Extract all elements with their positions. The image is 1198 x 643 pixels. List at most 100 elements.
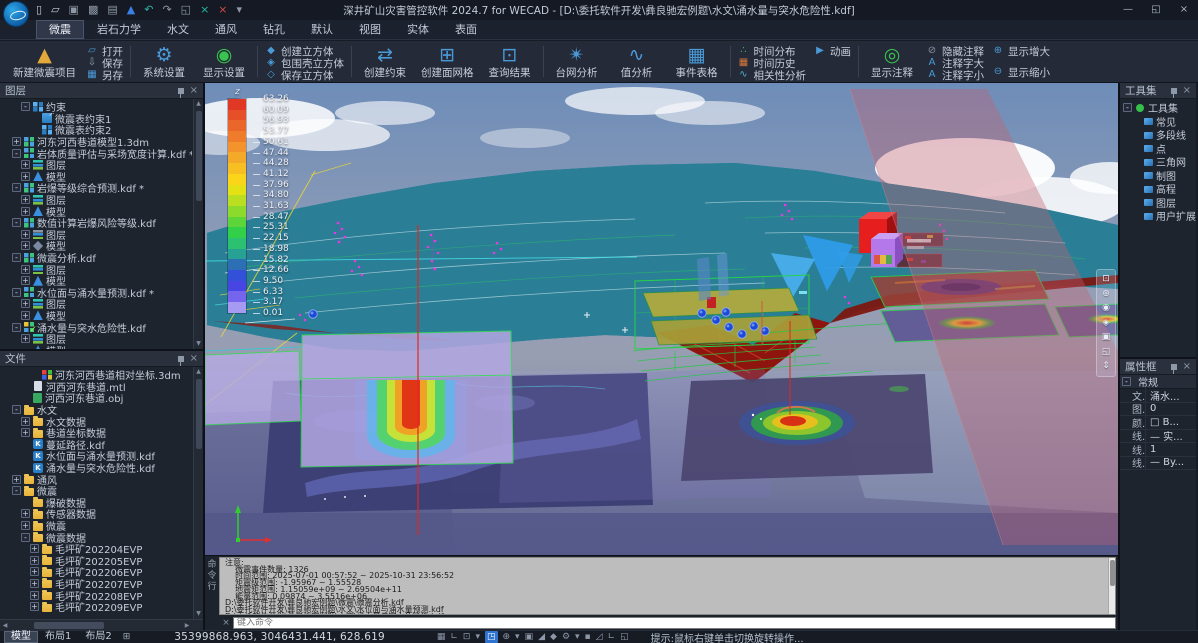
expander-icon[interactable]: +	[21, 241, 30, 250]
property-row[interactable]: 线...— By...	[1120, 457, 1196, 471]
tree-item[interactable]: +用户扩展	[1122, 209, 1196, 223]
menu-tab[interactable]: 岩石力学	[84, 20, 154, 39]
tree-item[interactable]: +毛坪矿202205EVP	[2, 555, 192, 567]
toggle-icon[interactable]: ◳	[485, 631, 498, 643]
expander-icon[interactable]: +	[21, 172, 30, 181]
tree-item[interactable]: +巷道坐标数据	[2, 427, 192, 439]
toggle-icon[interactable]: ◈	[1103, 316, 1110, 331]
toggle-icon[interactable]: ⇕	[1102, 359, 1110, 374]
ribbon-button[interactable]: ∿相关性分析	[738, 69, 807, 81]
toggle-icon[interactable]: ◆	[550, 631, 557, 643]
tree-item[interactable]: +模型	[2, 344, 192, 349]
tree-item[interactable]: -约束	[2, 101, 192, 113]
tree-item[interactable]: +图层	[2, 229, 192, 241]
scroll-up-icon[interactable]: ▲	[194, 99, 203, 109]
toggle-icon[interactable]: ◉	[1102, 301, 1110, 316]
expander-icon[interactable]: -	[12, 149, 21, 158]
console-tab[interactable]: 命令行	[205, 556, 219, 630]
toggle-icon[interactable]: ⊡	[1102, 272, 1110, 287]
toggle-icon[interactable]: ▣	[1102, 330, 1111, 345]
tree-item[interactable]: +毛坪矿202208EVP	[2, 589, 192, 601]
tree-item[interactable]: +毛坪矿202209EVP	[2, 601, 192, 613]
layout-tab[interactable]: 模型	[4, 631, 38, 643]
toggle-icon[interactable]: ◢	[538, 631, 545, 643]
toggle-icon[interactable]: ⊕	[1102, 287, 1110, 302]
tree-item[interactable]: +模型	[2, 310, 192, 322]
menu-tab[interactable]: 实体	[394, 20, 442, 39]
expander-icon[interactable]: -	[12, 288, 21, 297]
expander-icon[interactable]: +	[21, 160, 30, 169]
close-button[interactable]: ×	[1170, 0, 1198, 20]
tree-item[interactable]: +多段线	[1122, 128, 1196, 142]
add-layout-icon[interactable]: ⊞	[119, 632, 135, 642]
pin-icon[interactable]	[1171, 88, 1177, 94]
expander-icon[interactable]: +	[21, 207, 30, 216]
tree-item[interactable]: +河西河东巷道.obj	[2, 392, 192, 404]
menu-tab[interactable]: 水文	[154, 20, 202, 39]
tree-item[interactable]: +河东河西巷道相对坐标.3dm	[2, 369, 192, 381]
scroll-left-icon[interactable]: ◀	[0, 620, 10, 630]
scroll-up-icon[interactable]: ▲	[194, 367, 203, 377]
tree-item[interactable]: +制图	[1122, 169, 1196, 183]
toggle-icon[interactable]: ▾	[575, 631, 580, 643]
scrollbar-thumb[interactable]	[196, 379, 202, 449]
toggle-icon[interactable]: ⊡	[463, 631, 471, 643]
ribbon-button[interactable]: ⚙系统设置	[138, 43, 190, 80]
expander-icon[interactable]: +	[30, 591, 39, 600]
tree-item[interactable]: +模型	[2, 171, 192, 183]
close-icon[interactable]: ×	[1183, 360, 1191, 374]
tree-item[interactable]: -水位面与涌水量预测.kdf *	[2, 287, 192, 299]
scroll-down-icon[interactable]: ▼	[194, 339, 203, 349]
toggle-icon[interactable]: ⊕	[503, 631, 511, 643]
expander-icon[interactable]: +	[30, 567, 39, 576]
scroll-down-icon[interactable]: ▼	[194, 609, 203, 619]
viewport-nav-toolbar[interactable]: ⊡⊕◉◈▣◱⇕	[1096, 269, 1116, 377]
toggle-icon[interactable]: ▣	[525, 631, 534, 643]
ribbon-button[interactable]: A注释字小	[926, 69, 984, 81]
viewport-3d[interactable]: z 63.2660.0956.9353.7750.6147.4444.2841.…	[205, 83, 1118, 555]
expander-icon[interactable]: -	[21, 102, 30, 111]
close-icon[interactable]: ×	[190, 84, 198, 98]
ribbon-button[interactable]: ▦事件表格	[671, 43, 723, 80]
toggle-icon[interactable]: ◱	[1102, 345, 1111, 360]
tree-item[interactable]: -工具集	[1122, 101, 1196, 115]
tree-item[interactable]: +毛坪矿202207EVP	[2, 578, 192, 590]
pin-icon[interactable]	[178, 356, 184, 362]
tree-item[interactable]: +通风	[2, 473, 192, 485]
tree-item[interactable]: +高程	[1122, 182, 1196, 196]
tree-item[interactable]: +三角网	[1122, 155, 1196, 169]
expander-icon[interactable]: +	[21, 311, 30, 320]
expander-icon[interactable]: -	[21, 533, 30, 542]
ribbon-button[interactable]: ⊡查询结果	[484, 43, 536, 80]
ribbon-button[interactable]: ▶动画	[814, 45, 851, 57]
tree-item[interactable]: +图层	[2, 298, 192, 310]
expander-icon[interactable]: +	[21, 299, 30, 308]
tree-item[interactable]: +传感器数据	[2, 508, 192, 520]
ribbon-button[interactable]: ⇄创建约束	[359, 43, 411, 80]
menu-tab[interactable]: 钻孔	[250, 20, 298, 39]
ribbon-button[interactable]: ⊖显示缩小	[992, 66, 1050, 78]
files-scrollbar[interactable]: ▲ ▼	[193, 367, 203, 619]
tree-item[interactable]: -水文	[2, 404, 192, 416]
tree-item[interactable]: +微震	[2, 520, 192, 532]
menu-tab[interactable]: 表面	[442, 20, 490, 39]
expander-icon[interactable]: +	[21, 428, 30, 437]
tree-item[interactable]: +图层	[2, 263, 192, 275]
files-hscrollbar[interactable]: ◀ ▶	[0, 619, 203, 630]
tree-item[interactable]: +模型	[2, 240, 192, 252]
expander-icon[interactable]: +	[21, 334, 30, 343]
ribbon-button[interactable]: ◉显示设置	[198, 43, 250, 80]
ribbon-button[interactable]: ▲新建微震项目	[11, 43, 78, 80]
restore-button[interactable]: ◱	[1142, 0, 1170, 20]
tree-item[interactable]: +模型	[2, 205, 192, 217]
ribbon-button[interactable]: ◎显示注释	[866, 43, 918, 80]
ribbon-button[interactable]: ∿值分析	[611, 43, 663, 80]
more-icon[interactable]: ▾	[237, 1, 243, 19]
expander-icon[interactable]: +	[21, 230, 30, 239]
toggle-icon[interactable]: ∟	[450, 631, 458, 643]
expander-icon[interactable]: -	[12, 253, 21, 262]
toggle-icon[interactable]: ◱	[620, 631, 629, 643]
save-as-icon[interactable]: ▩	[88, 1, 98, 19]
menu-tab[interactable]: 通风	[202, 20, 250, 39]
expander-icon[interactable]: +	[30, 556, 39, 565]
